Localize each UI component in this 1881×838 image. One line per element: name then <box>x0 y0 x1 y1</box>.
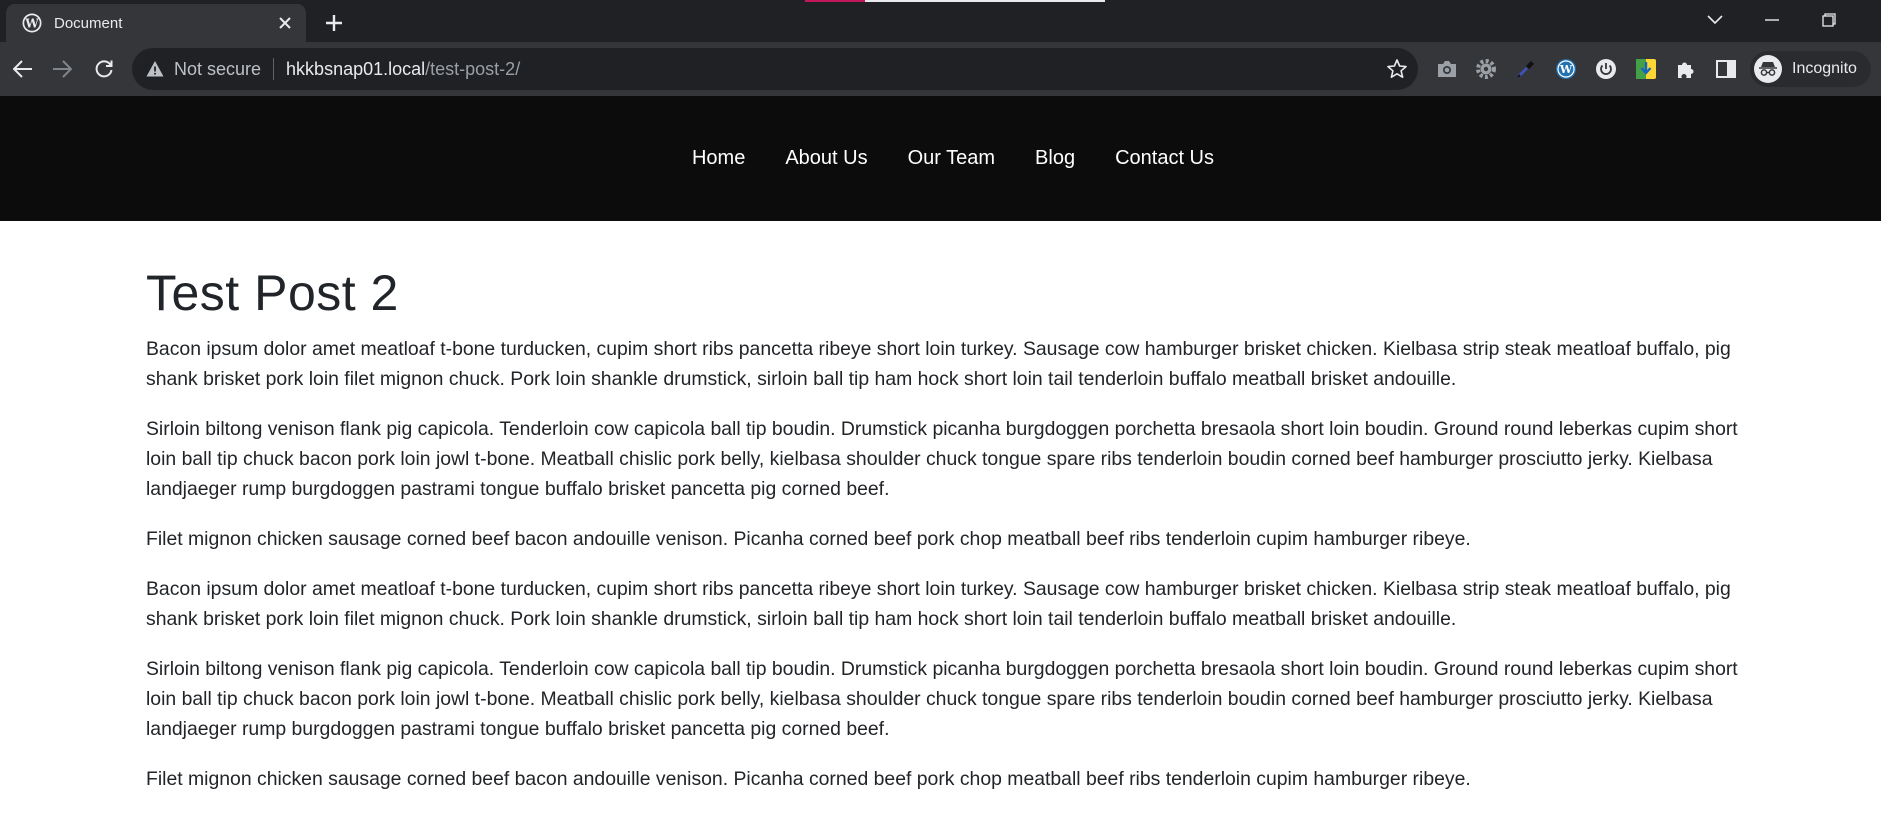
chevron-down-icon[interactable] <box>1697 6 1733 34</box>
post-paragraph: Sirloin biltong venison flank pig capico… <box>146 658 1738 740</box>
profile-incognito[interactable]: Incognito <box>1750 51 1871 87</box>
profile-label: Incognito <box>1792 60 1857 77</box>
forward-arrow-icon[interactable] <box>48 55 76 83</box>
svg-text:W: W <box>24 17 39 31</box>
nav-home[interactable]: Home <box>692 147 745 170</box>
nav-contact-us[interactable]: Contact Us <box>1115 147 1214 170</box>
post-content: Test Post 2 Bacon ipsum dolor amet meatl… <box>146 262 1756 814</box>
side-panel-icon[interactable] <box>1714 57 1738 81</box>
puzzle-icon[interactable] <box>1674 57 1698 81</box>
tab-strip-accent-2 <box>865 0 1105 2</box>
warning-icon[interactable] <box>146 60 164 78</box>
nav-blog[interactable]: Blog <box>1035 147 1075 170</box>
tab-strip: W Document <box>0 0 1881 42</box>
power-icon[interactable] <box>1594 57 1618 81</box>
restore-icon[interactable] <box>1811 6 1847 34</box>
address-bar[interactable]: Not secure hkkbsnap01.local/test-post-2/ <box>132 48 1418 90</box>
camera-icon[interactable] <box>1435 57 1459 81</box>
post-body: Bacon ipsum dolor amet meatloaf t-bone t… <box>146 334 1756 794</box>
svg-text:W: W <box>1559 63 1573 76</box>
post-paragraph: Bacon ipsum dolor amet meatloaf t-bone t… <box>146 578 1731 630</box>
post-title: Test Post 2 <box>146 265 399 321</box>
gear-icon[interactable] <box>1474 57 1498 81</box>
post-paragraph: Filet mignon chicken sausage corned beef… <box>146 768 1471 790</box>
eyedropper-icon[interactable] <box>1514 57 1538 81</box>
tab-document[interactable]: W Document <box>6 4 306 42</box>
close-icon[interactable] <box>274 12 296 34</box>
incognito-icon <box>1754 55 1782 83</box>
back-arrow-icon[interactable] <box>9 55 37 83</box>
post-paragraph: Filet mignon chicken sausage corned beef… <box>146 528 1471 550</box>
omnibox-separator <box>273 58 275 80</box>
security-status[interactable]: Not secure <box>174 59 261 80</box>
post-paragraph: Sirloin biltong venison flank pig capico… <box>146 418 1738 500</box>
minimize-icon[interactable] <box>1754 6 1790 34</box>
post-paragraph: Bacon ipsum dolor amet meatloaf t-bone t… <box>146 338 1731 390</box>
download-icon[interactable] <box>1634 57 1658 81</box>
url-host: hkkbsnap01.local <box>286 58 426 79</box>
star-icon[interactable] <box>1386 58 1408 80</box>
tab-title: Document <box>54 14 123 32</box>
nav-our-team[interactable]: Our Team <box>908 147 995 170</box>
reload-icon[interactable] <box>90 55 118 83</box>
site-header: Home About Us Our Team Blog Contact Us <box>0 96 1881 221</box>
tab-strip-accent <box>805 0 865 2</box>
url-path: /test-post-2/ <box>425 58 521 79</box>
site-navigation: Home About Us Our Team Blog Contact Us <box>0 96 1881 221</box>
plus-icon[interactable] <box>320 9 348 37</box>
wordpress-icon[interactable]: W <box>1554 57 1578 81</box>
browser-toolbar: Not secure hkkbsnap01.local/test-post-2/… <box>0 42 1881 96</box>
nav-about-us[interactable]: About Us <box>785 147 867 170</box>
wordpress-icon: W <box>22 13 42 33</box>
